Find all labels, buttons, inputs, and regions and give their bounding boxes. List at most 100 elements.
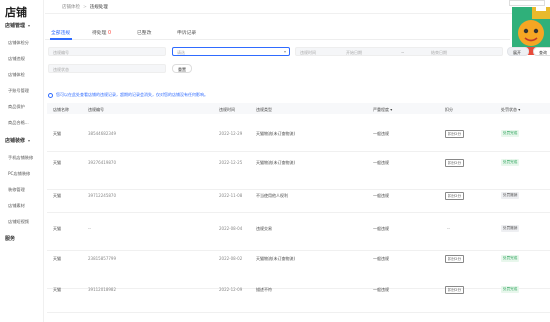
violation-time-range[interactable]: 违规时间 开始日期 ~ 结束日期 bbox=[295, 47, 503, 56]
table-row[interactable]: 天猫 39712245870 2022-11-08 不当使用他人权利 一般违规 … bbox=[47, 175, 550, 213]
cell-shop: 天猫 bbox=[53, 131, 61, 136]
status-badge: 处罚撤销 bbox=[501, 225, 520, 232]
cell-time: 2022-08-04 bbox=[219, 226, 243, 231]
cell-type: 违规交易 bbox=[256, 226, 272, 231]
sidebar-group-service[interactable]: 服务 bbox=[5, 235, 15, 242]
cell-id[interactable]: 39712245870 bbox=[88, 193, 116, 198]
reset-button[interactable]: 重置 bbox=[172, 64, 192, 73]
floating-widget-bar[interactable] bbox=[509, 0, 545, 6]
status-badge: 处罚完成 bbox=[501, 286, 520, 293]
tab-pending-label: 待处理 bbox=[92, 31, 107, 36]
tab-all[interactable]: 全部违规 bbox=[51, 29, 70, 36]
notice-banner: 您可以在此处查看店铺的违规记录，超期的记录会消失，仅对您的店铺没有任何影响。 bbox=[48, 92, 208, 98]
cell-shop: 天猫 bbox=[53, 226, 61, 231]
query-button[interactable]: 查询 bbox=[533, 47, 550, 56]
cell-level: 一般违规 bbox=[373, 193, 389, 198]
status-badge: 处罚完成 bbox=[501, 159, 520, 166]
sidebar-item-protection[interactable]: 商品保护 bbox=[8, 104, 25, 110]
sidebar-item-decor-manage[interactable]: 装修管理 bbox=[8, 187, 25, 193]
sidebar-item-violation[interactable]: 店铺违规 bbox=[8, 56, 25, 62]
sidebar-group-label: 店铺管理 bbox=[5, 23, 26, 29]
expand-button[interactable]: 展开 bbox=[507, 47, 529, 56]
topbar: 店铺体检 > 违规处理 bbox=[45, 0, 550, 14]
cell-id[interactable]: 39112018982 bbox=[88, 287, 116, 292]
table-row[interactable]: 天猫 39112018982 2022-12-09 描述不符 一般违规 扣分2分… bbox=[47, 275, 550, 313]
breadcrumb-current: 违规处理 bbox=[89, 5, 108, 10]
cell-type: 天猫物流(未订查物流) bbox=[256, 256, 296, 261]
end-date-input[interactable]: 结束日期 bbox=[431, 50, 447, 56]
tab-active-indicator bbox=[50, 38, 72, 40]
start-date-input[interactable]: 开始日期 bbox=[346, 50, 362, 56]
violation-id-input[interactable]: 违规编号 bbox=[48, 47, 166, 56]
cell-time: 2022-12-09 bbox=[219, 287, 243, 292]
sidebar-item-pc-decor[interactable]: PC店铺装修 bbox=[8, 171, 30, 177]
status-badge: 处罚完成 bbox=[501, 130, 520, 137]
chevron-down-icon: ▾ bbox=[28, 138, 31, 143]
col-type: 违规类型 bbox=[256, 107, 272, 112]
table-header: 店铺名称 违规编号 违规时间 违规类型 严重程度 ▾ 扣分 处罚状态 ▾ bbox=[47, 103, 550, 114]
col-level-label: 严重程度 bbox=[373, 107, 389, 112]
status-badge: 处罚撤销 bbox=[501, 192, 520, 199]
breadcrumb-parent[interactable]: 店铺体检 bbox=[62, 5, 80, 10]
chevron-down-icon: ▾ bbox=[283, 49, 286, 54]
cell-id[interactable]: -- bbox=[88, 226, 91, 231]
tab-pending-count: 0 bbox=[107, 31, 111, 36]
cell-score: -- bbox=[447, 226, 450, 231]
breadcrumb: 店铺体检 > 违规处理 bbox=[62, 4, 108, 10]
cell-id[interactable]: 38544682349 bbox=[88, 131, 116, 136]
notice-text: 您可以在此处查看店铺的违规记录，超期的记录会消失，仅对您的店铺没有任何影响。 bbox=[56, 92, 208, 97]
cell-time: 2022-12-25 bbox=[219, 160, 243, 165]
sidebar-item-score[interactable]: 店铺体检分 bbox=[8, 40, 29, 46]
cell-id[interactable]: 39276419870 bbox=[88, 160, 116, 165]
cell-time: 2022-11-08 bbox=[219, 193, 243, 198]
cell-shop: 天猫 bbox=[53, 256, 61, 261]
cell-score-tag: 扣分2分 bbox=[445, 192, 465, 200]
tab-rectified[interactable]: 已整改 bbox=[137, 29, 151, 36]
sidebar-item-qualified[interactable]: 商品合格... bbox=[8, 120, 29, 126]
cell-type: 不当使用他人权利 bbox=[256, 193, 288, 198]
sidebar-item-video[interactable]: 店铺短视频 bbox=[8, 219, 29, 225]
cell-time: 2022-08-02 bbox=[219, 256, 243, 261]
violation-type-select[interactable]: 请选 ▾ bbox=[172, 47, 290, 56]
violation-status-input[interactable]: 违规状态 bbox=[48, 64, 166, 73]
table-row[interactable]: 天猫 -- 2022-08-04 违规交易 一般违规 -- 处罚撤销 bbox=[47, 213, 550, 251]
sidebar-item-check[interactable]: 店铺体检 bbox=[8, 72, 25, 78]
chevron-down-icon: ▾ bbox=[28, 23, 31, 28]
sidebar-group-shop[interactable]: 店铺管理 ▾ bbox=[5, 22, 30, 29]
sidebar-logo: 店铺 bbox=[5, 6, 27, 19]
col-status: 处罚状态 ▾ bbox=[501, 107, 520, 113]
cell-shop: 天猫 bbox=[53, 160, 61, 165]
cell-shop: 天猫 bbox=[53, 193, 61, 198]
sidebar-item-subaccount[interactable]: 子账号管理 bbox=[8, 88, 29, 94]
cell-type: 描述不符 bbox=[256, 287, 272, 292]
status-tabs: 全部违规 待处理 0 已整改 申诉记录 bbox=[45, 26, 510, 40]
sidebar-group-decor[interactable]: 店铺装修 ▾ bbox=[5, 137, 30, 144]
col-score: 扣分 bbox=[445, 107, 453, 112]
cell-type: 天猫物流(未订查物流) bbox=[256, 160, 296, 165]
cell-level: 一般违规 bbox=[373, 226, 389, 231]
tab-appeal[interactable]: 申诉记录 bbox=[177, 29, 196, 36]
tab-pending[interactable]: 待处理 0 bbox=[92, 29, 111, 36]
breadcrumb-separator: > bbox=[83, 5, 87, 10]
col-id: 违规编号 bbox=[88, 107, 104, 112]
sidebar-item-material[interactable]: 店铺素材 bbox=[8, 203, 25, 209]
col-status-label: 处罚状态 bbox=[501, 107, 517, 112]
col-time: 违规时间 bbox=[219, 107, 235, 112]
table-row[interactable]: 天猫 38544682349 2022-12-29 天猫物流(未订查物流) 一般… bbox=[47, 114, 550, 152]
cell-shop: 天猫 bbox=[53, 287, 61, 292]
violation-type-placeholder: 请选 bbox=[177, 50, 185, 55]
filter-icon[interactable]: ▾ bbox=[518, 107, 520, 112]
status-badge: 处罚完成 bbox=[501, 255, 520, 262]
cell-type: 天猫物流(未订查物流) bbox=[256, 131, 296, 136]
info-icon bbox=[48, 92, 53, 98]
cell-id[interactable]: 23815857799 bbox=[88, 256, 116, 261]
app-root: 店铺 店铺管理 ▾ 店铺体检分 店铺违规 店铺体检 子账号管理 商品保护 商品合格… bbox=[0, 0, 550, 322]
range-separator: ~ bbox=[401, 50, 405, 55]
filter-icon[interactable]: ▾ bbox=[390, 107, 392, 112]
cell-level: 一般违规 bbox=[373, 256, 389, 261]
sidebar-item-mobile-decor[interactable]: 手机店铺装修 bbox=[8, 155, 33, 161]
cell-score-tag: 扣分2分 bbox=[445, 130, 465, 138]
cell-level: 一般违规 bbox=[373, 287, 389, 292]
cell-level: 一般违规 bbox=[373, 131, 389, 136]
col-level: 严重程度 ▾ bbox=[373, 107, 392, 113]
